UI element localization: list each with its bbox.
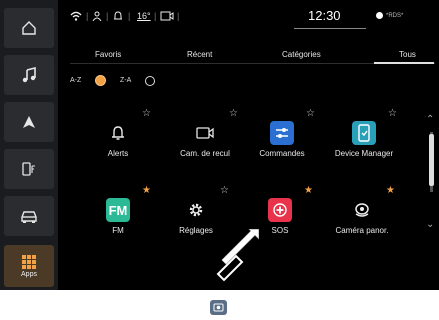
phone-icon [22, 162, 35, 176]
favorite-star-icon[interactable]: ☆ [306, 109, 315, 119]
temperature: 16° [137, 11, 151, 21]
favorite-star-icon[interactable]: ★ [142, 186, 151, 196]
gear-icon [189, 203, 203, 217]
scroll-up-chevron-icon[interactable]: ⌃ [426, 114, 434, 125]
camera-status-icon [160, 11, 174, 23]
apps-grid-icon [22, 255, 36, 269]
sort-za-label: Z-A [120, 77, 132, 84]
bell-icon [112, 126, 124, 140]
sliders-icon [276, 128, 288, 138]
status-separator: | [86, 11, 89, 21]
status-bar: | | | 16° | | 12:30 *RDS* | NW | ◦ [58, 0, 439, 36]
favorite-star-icon[interactable]: ★ [304, 186, 313, 196]
status-separator: | [154, 11, 157, 21]
reference-badge-icon [210, 300, 227, 315]
scrollbar-thumb[interactable] [429, 134, 434, 186]
favorite-star-icon[interactable]: ★ [386, 186, 395, 196]
app-icon-alerts [106, 121, 130, 145]
home-icon [22, 21, 36, 35]
apps-label: Apps [21, 271, 37, 278]
app-icon-cam-de-recul [193, 121, 217, 145]
infotainment-screen: Apps | | | 16° | | 12:30 *RDS* | NW | ◦ … [0, 0, 439, 290]
radio-dot-icon [376, 12, 383, 19]
app-tile-cam-de-recul[interactable]: ☆ Cam. de recul [165, 109, 245, 176]
user-icon [92, 11, 102, 23]
navigation-button[interactable] [4, 102, 54, 142]
app-icon-fm: FM [106, 198, 130, 222]
notification-bell-icon [113, 11, 123, 23]
app-icon-camera-panor [350, 198, 374, 222]
tab-categories[interactable]: Catégories [282, 50, 321, 59]
music-icon [22, 67, 36, 83]
tab-recent[interactable]: Récent [187, 50, 212, 59]
app-tile-fm[interactable]: ★ FM FM [78, 186, 158, 253]
sort-az-label: A-Z [70, 77, 82, 84]
app-icon-commandes [270, 121, 294, 145]
clock-underline [294, 28, 366, 29]
panoramic-camera-icon [355, 203, 369, 217]
status-separator: | [177, 11, 180, 21]
app-label: Commandes [259, 149, 305, 158]
app-tile-commandes[interactable]: ☆ Commandes [242, 109, 322, 176]
phone-button[interactable] [4, 149, 54, 189]
favorite-star-icon[interactable]: ☆ [142, 109, 151, 119]
scroll-down-chevron-icon[interactable]: ⌄ [426, 219, 434, 230]
status-separator: | [106, 11, 109, 21]
app-label: Cam. de recul [180, 149, 230, 158]
favorite-star-icon[interactable]: ☆ [229, 109, 238, 119]
app-icon-reglages [184, 198, 208, 222]
sos-icon [273, 203, 287, 217]
favorite-star-icon[interactable]: ☆ [388, 109, 397, 119]
vehicle-button[interactable] [4, 196, 54, 236]
sort-az-radio[interactable] [96, 76, 105, 85]
apps-button[interactable]: Apps [4, 245, 54, 287]
tab-favoris[interactable]: Favoris [95, 50, 121, 59]
fm-icon: FM [108, 202, 128, 218]
tab-active-indicator [374, 62, 434, 64]
app-label: Caméra panor. [335, 226, 389, 235]
camera-icon [196, 127, 214, 139]
home-button[interactable] [4, 8, 54, 48]
radio-text: *RDS* [386, 13, 404, 20]
app-tile-camera-panor[interactable]: ★ Caméra panor. [322, 186, 402, 253]
clock: 12:30 [308, 8, 341, 23]
tab-tous[interactable]: Tous [399, 50, 416, 59]
vehicle-icon [21, 211, 37, 223]
app-label: Device Manager [334, 149, 394, 158]
sidebar: Apps [0, 0, 58, 290]
app-tile-device-manager[interactable]: ☆ Device Manager [324, 109, 404, 176]
status-separator: | [128, 11, 131, 21]
app-icon-sos [268, 198, 292, 222]
app-icon-device-manager [352, 121, 376, 145]
media-button[interactable] [4, 55, 54, 95]
navigation-icon [23, 116, 35, 128]
favorite-star-icon[interactable]: ☆ [220, 186, 229, 196]
app-tile-alerts[interactable]: ☆ Alerts [78, 109, 158, 176]
tap-pointer-icon [212, 222, 272, 287]
sort-za-radio[interactable] [145, 76, 155, 86]
app-label: FM [112, 226, 124, 235]
device-icon [358, 124, 370, 142]
app-label: Alerts [107, 149, 129, 158]
wifi-icon [70, 11, 82, 23]
radio-status: *RDS* [376, 12, 403, 19]
